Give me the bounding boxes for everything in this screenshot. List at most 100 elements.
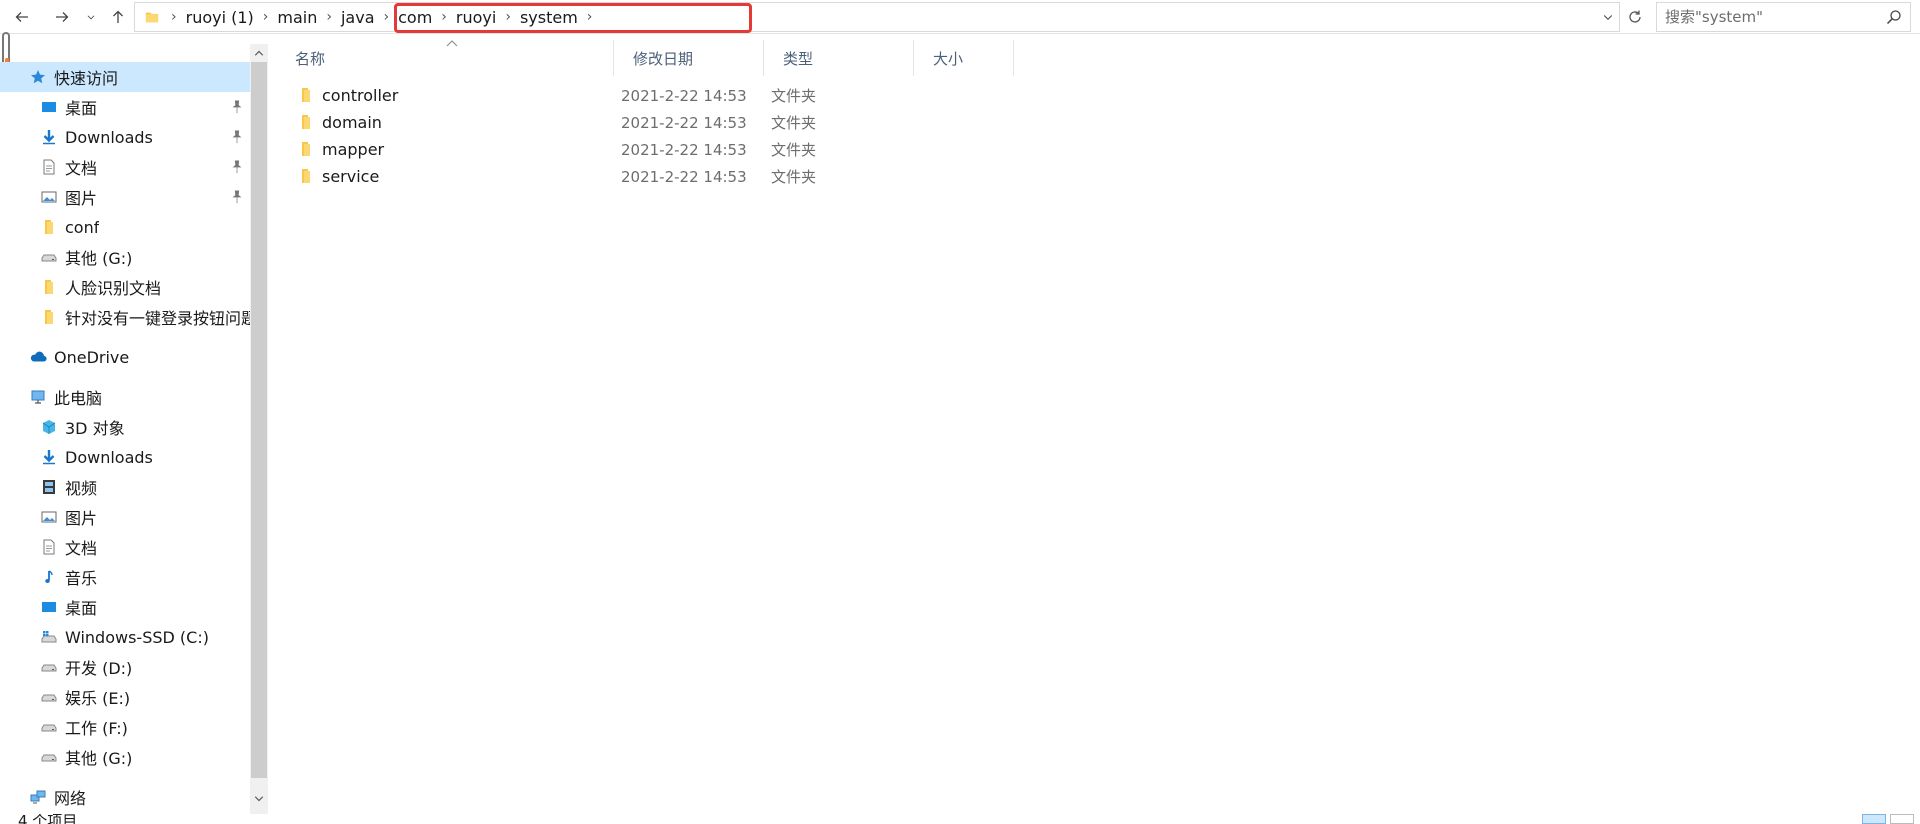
breadcrumb-separator[interactable]: ›: [320, 9, 338, 25]
breadcrumb-com[interactable]: com: [395, 8, 435, 27]
nav-pc-drive-f[interactable]: 工作 (F:): [0, 712, 250, 742]
file-row-controller[interactable]: controller 2021-2-22 14:53 文件夹: [276, 82, 1016, 109]
breadcrumb-separator[interactable]: ›: [165, 9, 183, 25]
videos-icon: [40, 478, 58, 496]
breadcrumb-main[interactable]: main: [274, 8, 320, 27]
up-button[interactable]: [106, 5, 130, 29]
nav-label: 针对没有一键登录按钮问题的: [65, 309, 250, 328]
search-input[interactable]: [1665, 8, 1875, 26]
forward-button[interactable]: [50, 5, 74, 29]
arrow-right-icon: [56, 12, 69, 22]
chevron-down-icon: [254, 796, 264, 802]
download-icon: [40, 128, 58, 146]
nav-label: conf: [65, 217, 100, 237]
nav-qa-conf[interactable]: conf: [0, 212, 250, 242]
folder-icon: [302, 115, 310, 129]
breadcrumb-ruoyi-1[interactable]: ruoyi (1): [183, 8, 257, 27]
breadcrumb-ruoyi[interactable]: ruoyi: [453, 8, 499, 27]
nav-label: Downloads: [65, 447, 153, 467]
chevron-down-icon: [87, 15, 95, 20]
nav-pc-drive-d[interactable]: 开发 (D:): [0, 652, 250, 682]
column-header-date[interactable]: 修改日期: [614, 40, 764, 76]
nav-qa-login-issue[interactable]: 针对没有一键登录按钮问题的: [0, 302, 250, 332]
nav-label: 工作 (F:): [65, 719, 128, 738]
nav-label: Downloads: [65, 127, 153, 147]
computer-icon: [29, 388, 47, 406]
network-icon: [29, 788, 47, 806]
nav-pc-drive-g[interactable]: 其他 (G:): [0, 742, 250, 772]
chevron-up-icon: [254, 50, 264, 56]
scroll-down-button[interactable]: [250, 790, 268, 808]
status-bar: 4 个项目: [0, 814, 1920, 824]
nav-pane-scroll-thumb[interactable]: [251, 62, 267, 778]
file-row-mapper[interactable]: mapper 2021-2-22 14:53 文件夹: [276, 136, 1016, 163]
cloud-icon: [29, 348, 47, 366]
breadcrumb-separator[interactable]: ›: [499, 9, 517, 25]
column-header-date-label: 修改日期: [633, 49, 694, 68]
star-icon: [29, 68, 47, 86]
nav-pc-drive-c[interactable]: Windows-SSD (C:): [0, 622, 250, 652]
search-box[interactable]: [1656, 2, 1911, 32]
nav-onedrive-label: OneDrive: [54, 347, 130, 367]
nav-pc-drive-e[interactable]: 娱乐 (E:): [0, 682, 250, 712]
nav-pc-downloads[interactable]: Downloads: [0, 442, 250, 472]
folder-icon: [302, 88, 310, 102]
drive-icon: [40, 248, 58, 266]
nav-pc-videos[interactable]: 视频: [0, 472, 250, 502]
nav-qa-face-docs[interactable]: 人脸识别文档: [0, 272, 250, 302]
breadcrumb-separator[interactable]: ›: [378, 9, 396, 25]
nav-onedrive[interactable]: OneDrive: [0, 342, 250, 372]
address-bar[interactable]: › ruoyi (1) › main › java › com › ruoyi …: [134, 2, 1620, 33]
file-type: 文件夹: [771, 141, 817, 159]
details-view-button[interactable]: [1862, 814, 1886, 824]
breadcrumb-java[interactable]: java: [338, 8, 378, 27]
pin-icon: [232, 160, 242, 174]
nav-qa-downloads[interactable]: Downloads: [0, 122, 250, 152]
nav-pc-pictures[interactable]: 图片: [0, 502, 250, 532]
breadcrumb-system[interactable]: system: [517, 8, 581, 27]
nav-network[interactable]: 网络: [0, 782, 250, 812]
column-header-size[interactable]: 大小: [914, 40, 1014, 76]
scroll-up-button[interactable]: [250, 44, 268, 62]
music-icon: [40, 568, 58, 586]
nav-label: 视频: [65, 479, 98, 498]
nav-pc-desktop[interactable]: 桌面: [0, 592, 250, 622]
file-row-service[interactable]: service 2021-2-22 14:53 文件夹: [276, 163, 1016, 190]
file-date: 2021-2-22 14:53: [621, 113, 747, 132]
nav-quick-access[interactable]: 快速访问: [0, 62, 250, 92]
sort-ascending-icon: [446, 40, 458, 47]
breadcrumb-separator[interactable]: ›: [257, 9, 275, 25]
drive-icon: [40, 718, 58, 736]
nav-label: Windows-SSD (C:): [65, 627, 209, 647]
back-button[interactable]: [10, 5, 34, 29]
refresh-icon: [1629, 10, 1641, 23]
nav-qa-drive-g[interactable]: 其他 (G:): [0, 242, 250, 272]
file-name: mapper: [322, 140, 385, 159]
recent-locations-button[interactable]: [82, 5, 100, 29]
column-header-name[interactable]: 名称: [276, 40, 614, 76]
refresh-button[interactable]: [1622, 4, 1648, 30]
file-row-domain[interactable]: domain 2021-2-22 14:53 文件夹: [276, 109, 1016, 136]
navigation-pane: 快速访问 桌面 Downloads 文档 图片 conf 其他 (G:) 人脸识…: [0, 44, 250, 814]
nav-pc-documents[interactable]: 文档: [0, 532, 250, 562]
nav-pc-3d-objects[interactable]: 3D 对象: [0, 412, 250, 442]
nav-qa-desktop[interactable]: 桌面: [0, 92, 250, 122]
file-list-pane: 名称 修改日期 类型 大小 controller 2021-2-22 14:53…: [276, 40, 1916, 810]
nav-qa-documents[interactable]: 文档: [0, 152, 250, 182]
file-type: 文件夹: [771, 168, 817, 186]
search-icon[interactable]: [1886, 9, 1902, 25]
address-history-dropdown[interactable]: [1597, 3, 1619, 31]
column-header-type-label: 类型: [783, 49, 814, 68]
breadcrumb-separator[interactable]: ›: [435, 9, 453, 25]
file-date: 2021-2-22 14:53: [621, 140, 747, 159]
nav-label: 其他 (G:): [65, 249, 133, 268]
pin-icon: [232, 130, 242, 144]
nav-qa-pictures[interactable]: 图片: [0, 182, 250, 212]
pin-icon: [232, 190, 242, 204]
column-header-type[interactable]: 类型: [764, 40, 914, 76]
drive-icon: [40, 748, 58, 766]
nav-pc-music[interactable]: 音乐: [0, 562, 250, 592]
breadcrumb-separator[interactable]: ›: [581, 9, 599, 25]
large-icons-view-button[interactable]: [1890, 814, 1914, 824]
nav-this-pc[interactable]: 此电脑: [0, 382, 250, 412]
